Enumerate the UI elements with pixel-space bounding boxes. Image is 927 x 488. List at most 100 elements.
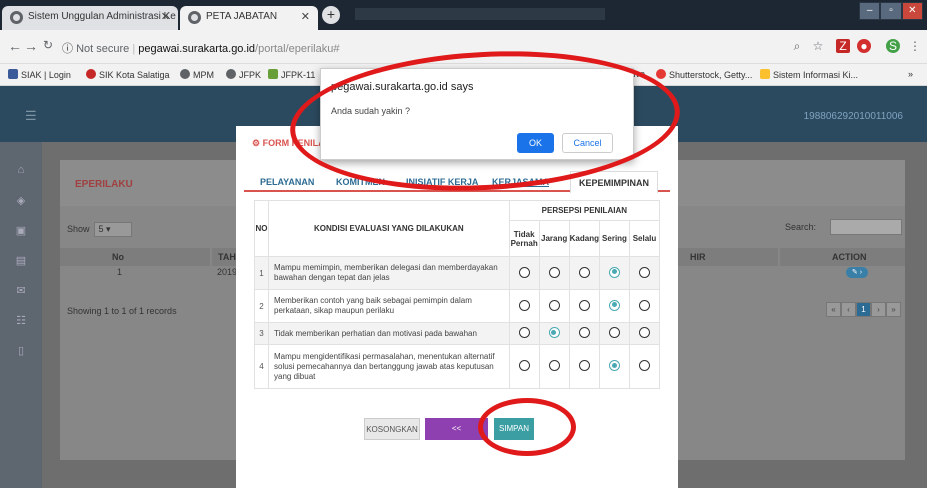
globe-icon	[180, 69, 190, 79]
option-selalu: Selalu	[629, 220, 660, 257]
browser-tab-peta-jabatan[interactable]: PETA JABATAN ✕	[180, 6, 318, 30]
bookmarks-overflow-icon[interactable]: »	[908, 69, 913, 79]
radio-kadang[interactable]	[578, 360, 590, 371]
bookmark-sistem-informasi[interactable]: Sistem Informasi Ki...	[760, 69, 858, 80]
edit-action-button[interactable]: ✎ ›	[846, 267, 868, 278]
layers-icon[interactable]: ◈	[14, 194, 28, 208]
hamburger-icon[interactable]: ☰	[25, 108, 37, 124]
clipboard-icon[interactable]: ▤	[14, 254, 28, 268]
url-host: pegawai.surakarta.go.id	[138, 43, 256, 55]
bookmark-icon	[86, 69, 96, 79]
clear-button[interactable]: KOSONGKAN	[364, 418, 420, 440]
radio-sering[interactable]	[609, 299, 620, 311]
radio-kadang[interactable]	[578, 266, 590, 278]
maximize-icon[interactable]: ▫	[880, 2, 902, 20]
bookmark-jfpk-11[interactable]: JFPK-11	[268, 69, 315, 80]
bookmark-star-icon[interactable]: ☆	[811, 39, 825, 53]
radio-selalu[interactable]	[639, 266, 650, 278]
tab-title: PETA JABATAN	[206, 11, 278, 22]
last-page-button[interactable]: »	[886, 302, 901, 317]
column-header-tahun[interactable]: TAHUN	[212, 248, 249, 266]
bookmark-label: JFPK	[239, 70, 262, 80]
minimize-icon[interactable]: –	[859, 2, 881, 20]
folder-icon[interactable]: ▣	[14, 224, 28, 238]
bookmark-label: Sistem Informasi Ki...	[773, 70, 859, 80]
show-entries: Show 5 ▾	[67, 222, 132, 237]
first-page-button[interactable]: «	[826, 302, 841, 317]
url-path: /portal/eperilaku#	[255, 43, 340, 55]
bookmark-mpm[interactable]: MPM	[180, 69, 214, 80]
browser-tab-siak[interactable]: Sistem Unggulan Administrasi Ke ✕	[2, 6, 178, 30]
prev-page-button[interactable]: ‹	[841, 302, 856, 317]
menu-dots-icon[interactable]: ⋮	[908, 39, 922, 53]
entries-select[interactable]: 5 ▾	[93, 222, 132, 237]
radio-jarang[interactable]	[548, 360, 560, 371]
reload-icon[interactable]: ↻	[43, 38, 53, 52]
radio-tidak-pernah[interactable]	[518, 266, 530, 278]
radio-tidak-pernah[interactable]	[518, 360, 530, 371]
radio-selalu[interactable]	[639, 360, 650, 371]
bookmark-sik[interactable]: SIK Kota Salatiga	[86, 69, 170, 80]
radio-tidak-pernah[interactable]	[518, 327, 530, 338]
bookmark-jfpk[interactable]: JFPK	[226, 69, 261, 80]
radio-sering[interactable]	[609, 360, 620, 371]
profile-avatar[interactable]: S	[886, 39, 900, 53]
globe-icon	[10, 11, 23, 24]
next-page-button[interactable]: ›	[871, 302, 886, 317]
new-tab-button[interactable]: +	[322, 6, 340, 24]
bookmark-label: Shutterstock, Getty...	[669, 70, 753, 80]
document-icon[interactable]: ▯	[14, 344, 28, 358]
radio-tidak-pernah[interactable]	[518, 299, 530, 311]
radio-kadang[interactable]	[578, 327, 590, 338]
table-row: 3 Tidak memberikan perhatian dan motivas…	[254, 322, 660, 345]
zoom-icon[interactable]: ⌕	[790, 39, 804, 53]
info-icon[interactable]: ⓘ	[62, 43, 73, 55]
radio-sering[interactable]	[609, 266, 620, 278]
row-number: 3	[254, 322, 269, 345]
radio-selalu[interactable]	[639, 327, 650, 338]
mail-icon[interactable]: ✉	[14, 284, 28, 298]
close-tab-icon[interactable]: ✕	[301, 10, 310, 23]
adblock-icon[interactable]: ●	[857, 39, 871, 53]
url-field[interactable]: ⓘ Not secure | pegawai.surakarta.go.id/p…	[62, 36, 712, 58]
sidebar: ⌂ ◈ ▣ ▤ ✉ ☷ ▯	[0, 142, 42, 488]
bookmark-siak[interactable]: SIAK | Login	[8, 69, 71, 80]
header-no: NO	[254, 200, 269, 257]
row-statement: Tidak memberikan perhatian dan motivasi …	[268, 322, 510, 345]
list-icon[interactable]: ☷	[14, 314, 28, 328]
option-jarang: Jarang	[538, 220, 570, 257]
extension-icon[interactable]: Z	[836, 39, 850, 53]
column-header-action[interactable]: ACTION	[780, 248, 905, 266]
tab-pelayanan[interactable]: PELAYANAN	[260, 177, 314, 187]
bookmark-shutterstock[interactable]: Shutterstock, Getty...	[656, 69, 752, 80]
annotation-ellipse-save	[478, 398, 576, 456]
column-header-no[interactable]: No	[60, 248, 210, 266]
row-no: 1	[117, 267, 123, 277]
window-close-icon[interactable]: ✕	[901, 2, 923, 20]
option-tidak-pernah: Tidak Pernah	[508, 220, 540, 257]
tab-title: Sistem Unggulan Administrasi Ke	[28, 11, 176, 22]
close-tab-icon[interactable]: ✕	[161, 10, 170, 23]
radio-jarang[interactable]	[548, 327, 560, 338]
radio-kadang[interactable]	[578, 299, 590, 311]
show-label: Show	[67, 223, 90, 234]
browser-tab-strip: Sistem Unggulan Administrasi Ke ✕ PETA J…	[0, 0, 927, 30]
row-statement: Memberikan contoh yang baik sebagai pemi…	[268, 289, 510, 323]
radio-jarang[interactable]	[548, 299, 560, 311]
globe-icon	[226, 69, 236, 79]
page-1-button[interactable]: 1	[856, 302, 871, 317]
radio-selalu[interactable]	[639, 299, 650, 311]
radio-sering[interactable]	[609, 327, 620, 338]
bookmark-label: MPM	[193, 70, 214, 80]
bookmark-icon	[656, 69, 666, 79]
settings-icon: ⚙	[252, 138, 263, 148]
header-persepsi: PERSEPSI PENILAIAN	[508, 200, 661, 221]
search-input[interactable]	[830, 219, 902, 235]
window-controls: – ▫ ✕	[859, 2, 923, 20]
radio-jarang[interactable]	[548, 266, 560, 278]
back-icon[interactable]: ←	[8, 38, 22, 54]
forward-icon[interactable]: →	[24, 38, 38, 54]
bookmark-icon	[760, 69, 770, 79]
home-icon[interactable]: ⌂	[14, 164, 28, 178]
column-header-hir[interactable]: HIR	[678, 248, 778, 266]
